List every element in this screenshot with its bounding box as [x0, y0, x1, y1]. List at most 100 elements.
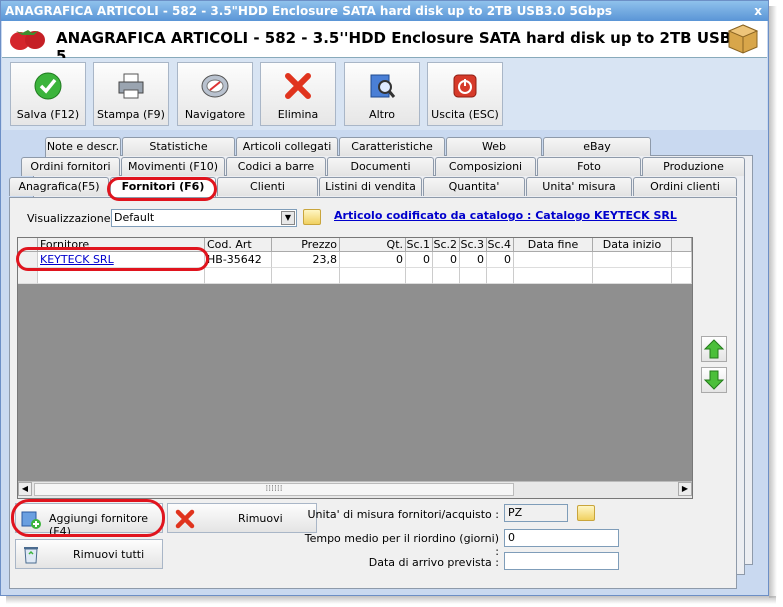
move-down-button[interactable] [701, 367, 727, 393]
chevron-down-icon[interactable]: ▼ [281, 211, 295, 225]
supplier-link[interactable]: KEYTECK SRL [40, 253, 114, 266]
arrival-date-field[interactable] [504, 552, 619, 570]
remove-label: Rimuovi [238, 512, 283, 525]
cell-supplier[interactable]: KEYTECK SRL [38, 252, 205, 268]
compass-icon [201, 74, 229, 98]
tab-documents[interactable]: Documenti [327, 157, 434, 176]
remove-x-icon [175, 509, 195, 529]
power-icon [453, 74, 477, 98]
tab-customers[interactable]: Clienti [217, 177, 318, 196]
remove-button[interactable]: Rimuovi [167, 503, 317, 533]
cell-empty[interactable] [406, 268, 433, 284]
add-supplier-icon [21, 511, 41, 529]
col-filler [672, 238, 692, 252]
exit-label: Uscita (ESC) [431, 108, 499, 121]
arrow-down-icon [703, 370, 725, 390]
cell-empty[interactable] [593, 268, 672, 284]
col-sc2[interactable]: Sc.2 [433, 238, 460, 252]
tab-price-lists[interactable]: Listini di vendita [319, 177, 422, 196]
unit-folder-icon[interactable] [577, 505, 595, 521]
delete-button[interactable]: Elimina [260, 62, 336, 126]
tab-web[interactable]: Web [446, 137, 542, 156]
col-sc3[interactable]: Sc.3 [460, 238, 487, 252]
cell-min-qty[interactable]: 0 [340, 252, 406, 268]
add-supplier-button[interactable]: Aggiungi fornitore (F4) [15, 503, 163, 538]
tab-units[interactable]: Unita' misura [526, 177, 632, 196]
col-price[interactable]: Prezzo [272, 238, 340, 252]
cell-filler [672, 268, 692, 284]
col-code[interactable]: Cod. Art [205, 238, 272, 252]
close-icon[interactable]: x [754, 1, 762, 21]
cell-empty[interactable] [514, 268, 593, 284]
col-min-qty[interactable]: Qt. minim... [340, 238, 406, 264]
col-end-date[interactable]: Data fine [514, 238, 593, 252]
tab-ebay[interactable]: eBay [543, 137, 651, 156]
cell-end-date[interactable] [514, 252, 593, 268]
navigator-label: Navigatore [184, 108, 246, 121]
col-supplier[interactable]: Fornitore [38, 238, 205, 252]
scroll-right-icon[interactable]: ▶ [678, 482, 692, 496]
col-sc1[interactable]: Sc.1 [406, 238, 433, 252]
col-sc4[interactable]: Sc.4 [487, 238, 514, 252]
tab-notes[interactable]: Note e descr. [45, 137, 121, 156]
cell-sc3[interactable]: 0 [460, 252, 487, 268]
unit-field[interactable]: PZ [504, 504, 568, 522]
folder-icon[interactable] [303, 209, 321, 225]
print-button[interactable]: Stampa (F9) [93, 62, 169, 126]
remove-all-button[interactable]: Rimuovi tutti [15, 539, 163, 569]
cell-sc2[interactable]: 0 [433, 252, 460, 268]
horizontal-scrollbar[interactable]: ◀ ⁞⁞⁞⁞⁞⁞ ▶ [18, 481, 692, 498]
cell-empty[interactable] [433, 268, 460, 284]
view-label: Visualizzazione : [27, 212, 118, 225]
tab-suppliers[interactable]: Fornitori (F6) [110, 177, 216, 198]
tab-supplier-orders[interactable]: Ordini fornitori [21, 157, 120, 176]
tab-row-2: Ordini fornitori Movimenti (F10) Codici … [1, 157, 766, 176]
tab-master-data[interactable]: Anagrafica(F5) [9, 177, 109, 196]
checkmark-icon [34, 72, 62, 100]
cell-sc1[interactable]: 0 [406, 252, 433, 268]
row-header-corner [18, 238, 38, 252]
cell-empty[interactable] [460, 268, 487, 284]
cell-empty[interactable] [38, 268, 205, 284]
cell-price[interactable]: 23,8 [272, 252, 340, 268]
tab-compositions[interactable]: Composizioni [435, 157, 536, 176]
cell-start-date[interactable] [593, 252, 672, 268]
tab-statistics[interactable]: Statistiche [122, 137, 235, 156]
tab-linked-articles[interactable]: Articoli collegati [236, 137, 338, 156]
tab-customer-orders[interactable]: Ordini clienti [633, 177, 737, 196]
scroll-left-icon[interactable]: ◀ [18, 482, 32, 496]
view-select[interactable]: Default ▼ [111, 209, 297, 227]
catalog-link[interactable]: Articolo codificato da catalogo : Catalo… [334, 209, 677, 222]
save-button[interactable]: Salva (F12) [10, 62, 86, 126]
arrow-up-icon [703, 339, 725, 359]
move-up-button[interactable] [701, 336, 727, 362]
other-button[interactable]: Altro [344, 62, 420, 126]
cell-code[interactable]: HB-35642 [205, 252, 272, 268]
scroll-thumb[interactable]: ⁞⁞⁞⁞⁞⁞ [34, 483, 514, 496]
package-icon [727, 24, 759, 54]
cell-empty[interactable] [272, 268, 340, 284]
cell-empty[interactable] [487, 268, 514, 284]
cell-empty[interactable] [205, 268, 272, 284]
row-selector[interactable] [18, 252, 38, 268]
reorder-days-field[interactable]: 0 [504, 529, 619, 547]
col-start-date[interactable]: Data inizio [593, 238, 672, 252]
unit-label: Unita' di misura fornitori/acquisto : [307, 508, 500, 521]
navigator-button[interactable]: Navigatore [177, 62, 253, 126]
view-value: Default [114, 211, 155, 224]
save-label: Salva (F12) [16, 108, 80, 121]
tab-quantity[interactable]: Quantita' [423, 177, 525, 196]
tab-movements[interactable]: Movimenti (F10) [121, 157, 225, 176]
cell-sc4[interactable]: 0 [487, 252, 514, 268]
tab-production[interactable]: Produzione [642, 157, 745, 176]
tab-barcodes[interactable]: Codici a barre [226, 157, 326, 176]
recycle-bin-icon [24, 547, 38, 564]
tab-photos[interactable]: Foto [537, 157, 641, 176]
tab-features[interactable]: Caratteristiche [339, 137, 445, 156]
exit-button[interactable]: Uscita (ESC) [427, 62, 503, 126]
printer-icon [118, 73, 144, 99]
row-selector[interactable] [18, 268, 38, 284]
cell-empty[interactable] [340, 268, 406, 284]
delete-x-icon [285, 73, 311, 99]
header: ANAGRAFICA ARTICOLI - 582 - 3.5''HDD Enc… [2, 21, 767, 65]
